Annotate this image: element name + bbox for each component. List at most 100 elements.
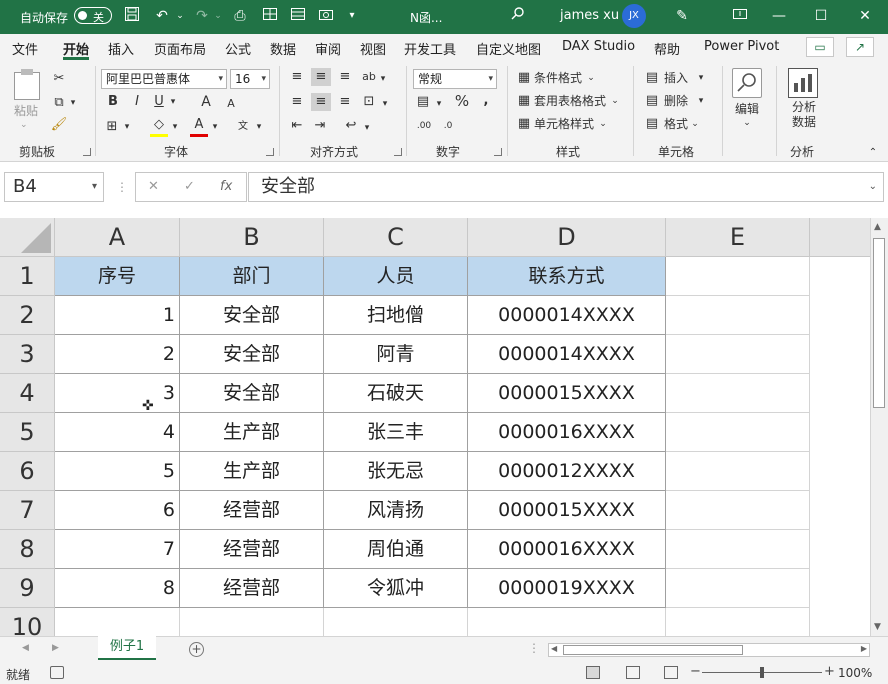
close-button[interactable]: ✕ (852, 4, 878, 28)
worksheet-grid[interactable]: A B C D E 1 2 3 4 5 6 7 8 9 10 序号 部门 人员 … (0, 218, 870, 636)
cell-styles-dropdown-icon[interactable]: ⌄ (598, 115, 608, 133)
italic-button[interactable]: I (130, 93, 144, 111)
table-cell[interactable]: 0000014XXXX (468, 296, 666, 335)
save-as-icon[interactable]: ⎙ (230, 6, 250, 26)
tab-power-pivot[interactable]: Power Pivot (704, 39, 779, 54)
table-cell[interactable]: 安全部 (180, 335, 324, 374)
shrink-font-button[interactable]: A (224, 95, 238, 113)
delete-dropdown-icon[interactable]: ▾ (696, 92, 706, 110)
increase-indent-icon[interactable]: ⇥ (311, 117, 329, 135)
vertical-scrollbar[interactable]: ▲ ▼ (870, 218, 888, 636)
table-cell[interactable]: 安全部 (180, 296, 324, 335)
table-cell[interactable]: 0000016XXXX (468, 530, 666, 569)
format-dropdown-icon[interactable]: ⌄ (690, 115, 700, 133)
zoom-slider-knob[interactable] (760, 667, 764, 678)
wrap-dropdown-icon[interactable]: ▾ (362, 119, 372, 137)
table-cell[interactable]: 令狐冲 (324, 569, 468, 608)
table-cell[interactable]: 6 (55, 491, 180, 530)
table-cell[interactable]: 风清扬 (324, 491, 468, 530)
phonetic-dropdown-icon[interactable]: ▾ (254, 118, 264, 136)
redo-dropdown-icon[interactable]: ⌄ (208, 6, 228, 26)
save-icon[interactable] (122, 6, 142, 26)
cut-icon[interactable]: ✂ (50, 70, 68, 88)
decrease-decimal-icon[interactable]: .0 (438, 117, 458, 135)
accounting-dropdown-icon[interactable]: ▾ (434, 95, 444, 113)
tab-help[interactable]: 帮助 (654, 39, 680, 58)
autosave-toggle[interactable]: 关 (74, 7, 112, 24)
pen-icon[interactable]: ✎ (672, 6, 692, 26)
tab-data[interactable]: 数据 (270, 39, 296, 58)
orientation-icon[interactable]: ab (360, 68, 378, 86)
paste-icon[interactable] (14, 69, 40, 100)
add-sheet-icon[interactable]: + (189, 642, 204, 657)
table-header-cell[interactable]: 人员 (324, 257, 468, 296)
paste-dropdown-icon[interactable]: ⌄ (20, 116, 28, 134)
editing-dropdown-icon[interactable]: ⌄ (742, 114, 752, 132)
analyze-data-button[interactable]: 分析数据 (791, 100, 817, 130)
align-top-icon[interactable]: ≡ (288, 68, 306, 86)
empty-cell[interactable] (666, 569, 810, 608)
grow-font-button[interactable]: A (198, 93, 214, 111)
tab-dax-studio[interactable]: DAX Studio (562, 39, 635, 54)
horizontal-scroll-thumb[interactable] (563, 645, 743, 655)
page-layout-view-icon[interactable] (626, 666, 640, 679)
user-name[interactable]: james xu (560, 8, 619, 23)
table-cell[interactable]: 张三丰 (324, 413, 468, 452)
tab-formulas[interactable]: 公式 (225, 39, 251, 58)
cancel-icon[interactable]: ✕ (148, 179, 159, 194)
empty-cell[interactable] (666, 608, 810, 636)
fill-color-icon[interactable]: ◇ (150, 116, 168, 137)
row-header[interactable]: 10 (0, 608, 55, 636)
empty-cell[interactable] (666, 530, 810, 569)
horizontal-scrollbar[interactable]: ◀ ▶ (548, 643, 870, 657)
column-header-d[interactable]: D (468, 218, 666, 257)
orientation-dropdown-icon[interactable]: ▾ (378, 70, 388, 88)
row-header[interactable]: 3 (0, 335, 55, 374)
prev-sheet-icon[interactable]: ◀ (22, 643, 29, 653)
comments-icon[interactable]: ▭ (806, 37, 834, 57)
tab-developer[interactable]: 开发工具 (404, 39, 456, 58)
table-cell[interactable]: 石破天 (324, 374, 468, 413)
ribbon-display-icon[interactable] (730, 6, 750, 26)
format-painter-icon[interactable]: 🖌 (50, 116, 68, 134)
border-dropdown-icon[interactable]: ▾ (122, 118, 132, 136)
bold-button[interactable]: B (106, 93, 120, 111)
table-cell[interactable]: 周伯通 (324, 530, 468, 569)
table-header-cell[interactable]: 序号 (55, 257, 180, 296)
table-header-cell[interactable]: 联系方式 (468, 257, 666, 296)
row-header[interactable]: 6 (0, 452, 55, 491)
row-header[interactable]: 7 (0, 491, 55, 530)
normal-view-icon[interactable] (586, 666, 600, 679)
tab-file[interactable]: 文件 (12, 39, 38, 58)
tab-splitter-icon[interactable]: ⋮ (528, 641, 540, 655)
empty-cell[interactable] (666, 452, 810, 491)
table-cell[interactable]: 2 (55, 335, 180, 374)
font-size-combo[interactable]: 16 ▾ (230, 69, 270, 89)
tab-page-layout[interactable]: 页面布局 (154, 39, 206, 58)
insert-dropdown-icon[interactable]: ▾ (696, 69, 706, 87)
quick-access-more-icon[interactable]: ▾ (342, 6, 362, 26)
table-cell[interactable]: 生产部 (180, 413, 324, 452)
row-header[interactable]: 5 (0, 413, 55, 452)
align-left-icon[interactable]: ≡ (288, 93, 306, 111)
table-cell[interactable]: 张无忌 (324, 452, 468, 491)
collapse-ribbon-icon[interactable]: ⌃ (866, 144, 880, 162)
table-cell[interactable]: 0000019XXXX (468, 569, 666, 608)
align-center-icon[interactable]: ≡ (311, 93, 331, 111)
tab-review[interactable]: 审阅 (315, 39, 341, 58)
column-header-a[interactable]: A (55, 218, 180, 257)
merge-dropdown-icon[interactable]: ▾ (380, 95, 390, 113)
insert-cells-button[interactable]: 插入 (664, 69, 688, 87)
empty-cell[interactable] (55, 608, 180, 636)
font-name-combo[interactable]: 阿里巴巴普惠体 ▾ (101, 69, 227, 89)
table-cell[interactable]: 7 (55, 530, 180, 569)
scroll-down-icon[interactable]: ▼ (874, 622, 881, 632)
undo-icon[interactable]: ↶ (152, 6, 172, 26)
comma-style-icon[interactable]: , (478, 92, 494, 110)
editing-search-icon[interactable] (732, 68, 762, 98)
table-cell[interactable]: 1 (55, 296, 180, 335)
next-sheet-icon[interactable]: ▶ (52, 643, 59, 653)
format-cells-button[interactable]: 格式 (664, 115, 688, 133)
search-icon[interactable] (508, 6, 528, 26)
clipboard-launcher-icon[interactable] (83, 148, 91, 156)
